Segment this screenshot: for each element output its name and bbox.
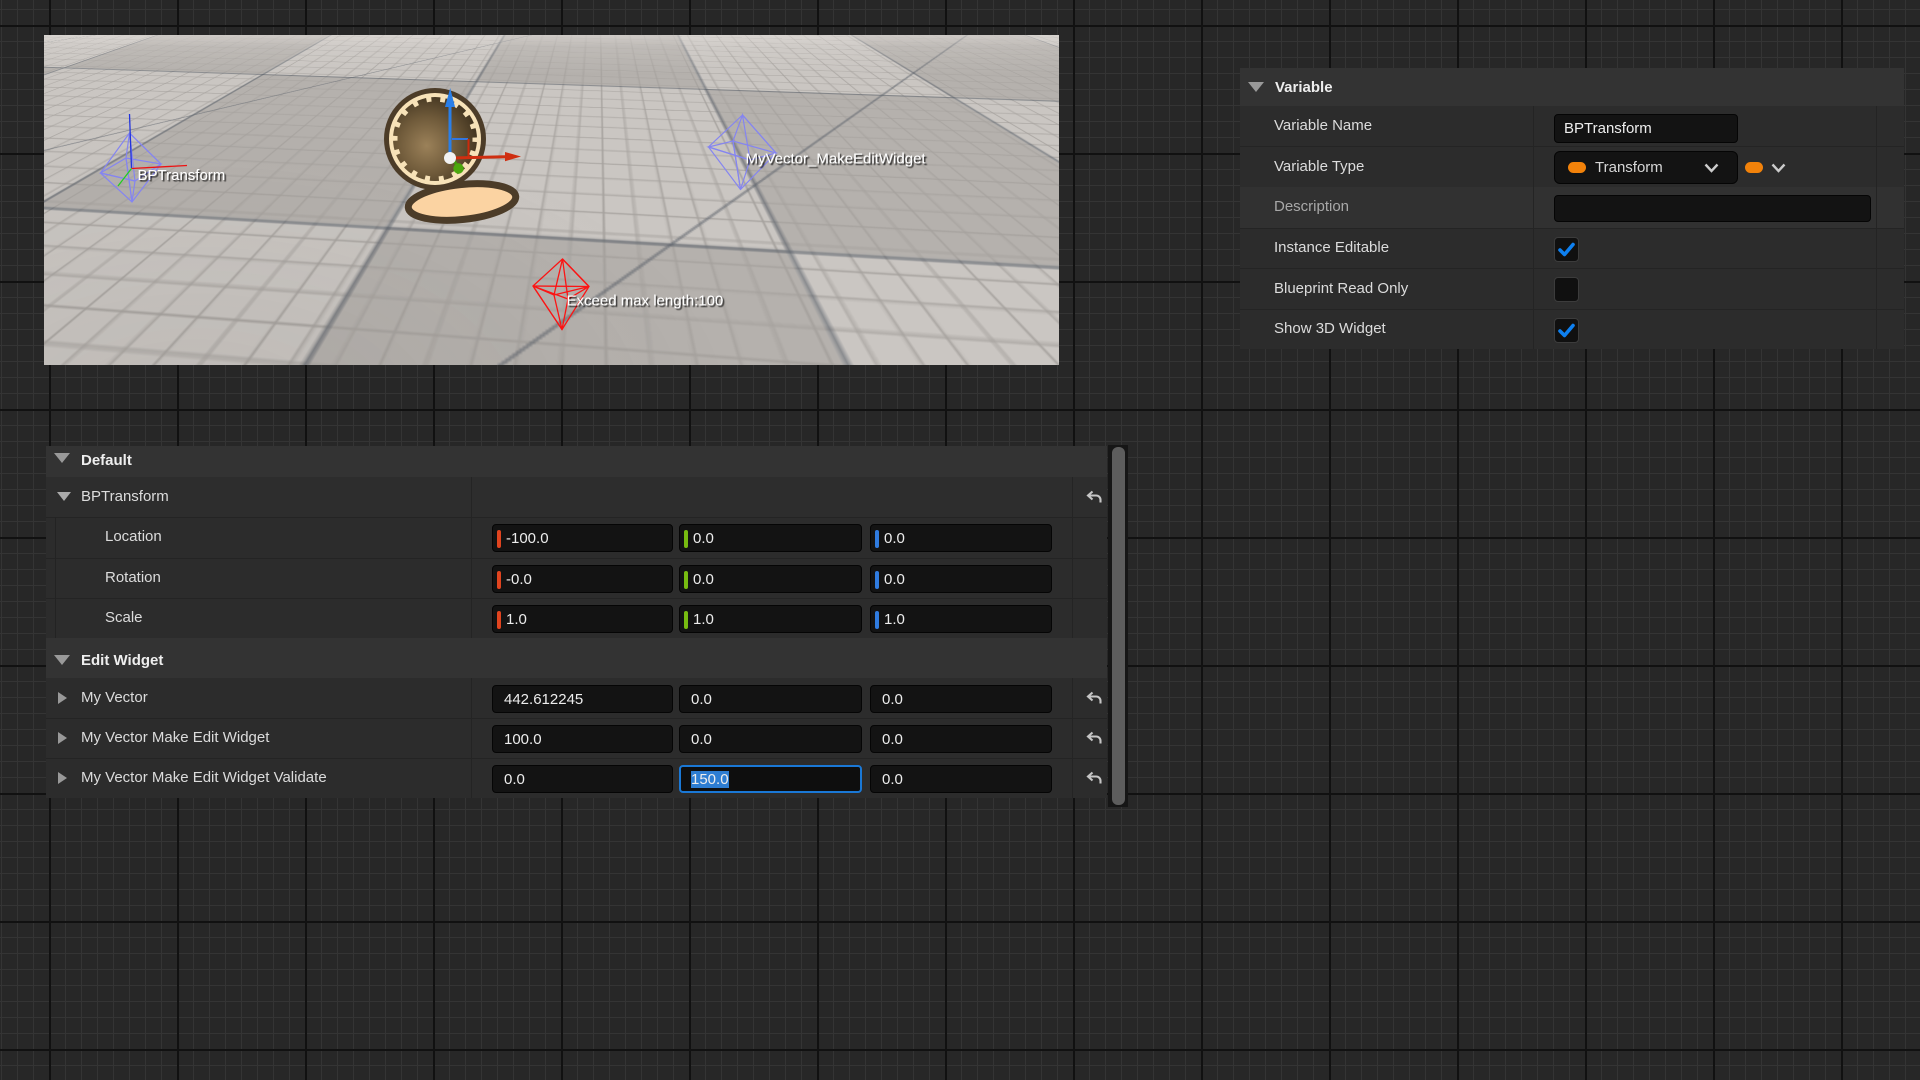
svg-text:BPTransform: BPTransform bbox=[138, 167, 226, 184]
svg-text:Exceed max length:100: Exceed max length:100 bbox=[567, 293, 724, 310]
svg-text:MyVector_MakeEditWidget: MyVector_MakeEditWidget bbox=[746, 151, 927, 168]
